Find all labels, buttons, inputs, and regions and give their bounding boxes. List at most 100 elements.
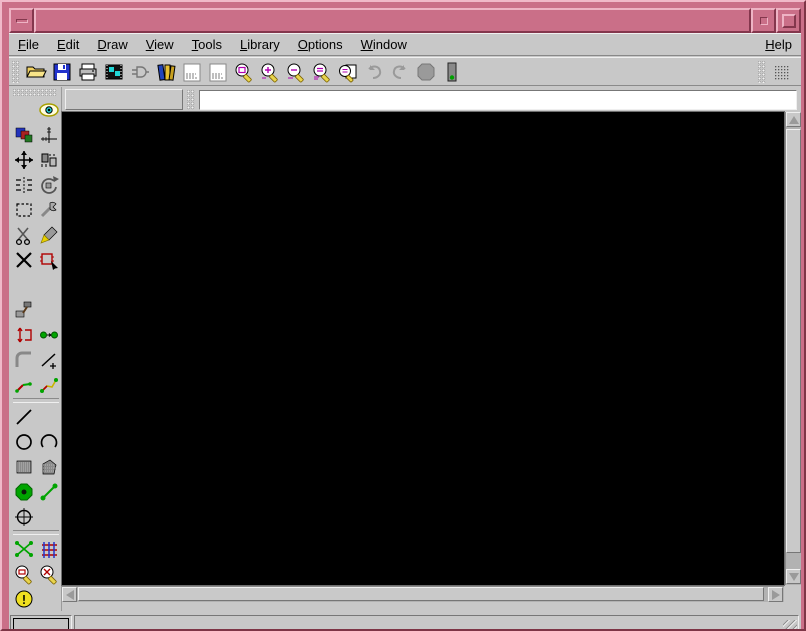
script-button[interactable] xyxy=(179,59,205,85)
paste-tool xyxy=(38,224,60,246)
help-button[interactable] xyxy=(465,59,491,85)
vertical-scrollbar[interactable] xyxy=(785,112,801,585)
menu-window[interactable]: Window xyxy=(352,35,416,54)
print-button[interactable] xyxy=(75,59,101,85)
errors-tool[interactable] xyxy=(36,561,61,586)
redo-button[interactable] xyxy=(387,59,413,85)
horizontal-scroll-thumb[interactable] xyxy=(78,587,764,601)
scroll-right-button[interactable] xyxy=(768,587,783,602)
toolbar-grip[interactable] xyxy=(12,61,20,83)
parambar-grip[interactable] xyxy=(187,90,195,110)
ulp-button[interactable] xyxy=(205,59,231,85)
palette-grip[interactable] xyxy=(13,89,57,96)
window-menu-button[interactable] xyxy=(9,8,34,33)
maximize-button[interactable] xyxy=(776,8,801,33)
right-arrow-icon xyxy=(772,590,780,600)
palette-empty-cell xyxy=(36,297,61,322)
svg-text:!: ! xyxy=(20,593,27,607)
signal-tool[interactable] xyxy=(36,479,61,504)
change-tool[interactable] xyxy=(36,197,61,222)
minimize-button[interactable] xyxy=(751,8,776,33)
hole-tool[interactable] xyxy=(11,504,36,529)
menu-library[interactable]: Library xyxy=(231,35,289,54)
via-tool[interactable] xyxy=(11,479,36,504)
board-canvas[interactable] xyxy=(62,112,784,585)
toolbar-right-grip[interactable] xyxy=(758,61,766,83)
pinswap-tool[interactable] xyxy=(11,322,36,347)
zoom-out-button[interactable] xyxy=(283,59,309,85)
show-tool[interactable] xyxy=(36,97,61,122)
add-tool[interactable] xyxy=(36,247,61,272)
rect-tool[interactable] xyxy=(11,454,36,479)
polygon-tool[interactable] xyxy=(36,454,61,479)
circle-tool[interactable] xyxy=(11,429,36,454)
cam-icon xyxy=(103,61,125,83)
redo-icon xyxy=(389,61,411,83)
menu-tools[interactable]: Tools xyxy=(183,35,231,54)
menu-file[interactable]: File xyxy=(9,35,48,54)
horizontal-scrollbar[interactable] xyxy=(62,586,784,602)
name-tool[interactable] xyxy=(11,272,36,297)
floppy-icon xyxy=(51,61,73,83)
display-tool[interactable] xyxy=(11,122,36,147)
auto-tool[interactable] xyxy=(36,536,61,561)
wire-tool[interactable] xyxy=(11,404,36,429)
name-tool xyxy=(13,274,35,296)
menu-view[interactable]: View xyxy=(137,35,183,54)
cut-tool[interactable] xyxy=(11,222,36,247)
arc-tool[interactable] xyxy=(36,429,61,454)
info-tool[interactable] xyxy=(11,97,36,122)
scroll-down-button[interactable] xyxy=(786,569,801,584)
info-tool xyxy=(13,99,35,121)
resize-grip[interactable] xyxy=(783,620,797,631)
text-tool[interactable] xyxy=(36,404,61,429)
hole-tool xyxy=(13,506,35,528)
menu-help[interactable]: Help xyxy=(756,35,801,54)
smash-tool[interactable] xyxy=(11,297,36,322)
erc-tool[interactable]: ! xyxy=(11,586,36,611)
rotate-tool[interactable] xyxy=(36,172,61,197)
scroll-left-button[interactable] xyxy=(62,587,77,602)
miter-tool[interactable] xyxy=(11,347,36,372)
value-tool[interactable] xyxy=(36,272,61,297)
mirror-tool[interactable] xyxy=(11,172,36,197)
open-button[interactable] xyxy=(23,59,49,85)
move-tool[interactable] xyxy=(11,147,36,172)
application-window: FileEditDrawViewToolsLibraryOptionsWindo… xyxy=(0,0,806,631)
copy-tool[interactable] xyxy=(36,147,61,172)
status-indicator-box xyxy=(10,615,72,631)
mark-tool[interactable] xyxy=(36,122,61,147)
zoom-fit-button[interactable] xyxy=(231,59,257,85)
ratsnest-tool[interactable] xyxy=(11,536,36,561)
statusbar xyxy=(9,612,801,631)
zoom-select-button[interactable] xyxy=(309,59,335,85)
cam-processor-button[interactable] xyxy=(101,59,127,85)
drc-tool[interactable] xyxy=(11,561,36,586)
library-button[interactable] xyxy=(153,59,179,85)
zoom-in-button[interactable] xyxy=(257,59,283,85)
undo-button[interactable] xyxy=(361,59,387,85)
group-tool[interactable] xyxy=(11,197,36,222)
delete-tool[interactable] xyxy=(11,247,36,272)
menu-draw[interactable]: Draw xyxy=(88,35,136,54)
display-tool xyxy=(13,124,35,146)
split-tool[interactable] xyxy=(36,347,61,372)
palette-empty-cell xyxy=(36,504,61,529)
menu-edit[interactable]: Edit xyxy=(48,35,88,54)
paste-tool[interactable] xyxy=(36,222,61,247)
save-button[interactable] xyxy=(49,59,75,85)
grid-button[interactable] xyxy=(769,59,795,85)
route-tool[interactable] xyxy=(36,372,61,397)
scroll-up-button[interactable] xyxy=(786,112,801,127)
menu-options[interactable]: Options xyxy=(289,35,352,54)
titlebar[interactable] xyxy=(9,8,801,33)
vertical-scroll-thumb[interactable] xyxy=(786,129,801,553)
optimize-tool[interactable] xyxy=(11,372,36,397)
replace-tool[interactable] xyxy=(36,322,61,347)
schematic-button[interactable] xyxy=(127,59,153,85)
traffic-light-button[interactable] xyxy=(439,59,465,85)
coordinate-display xyxy=(65,89,183,110)
stop-button[interactable] xyxy=(413,59,439,85)
zoom-redraw-button[interactable] xyxy=(335,59,361,85)
command-line-input[interactable] xyxy=(199,90,797,110)
